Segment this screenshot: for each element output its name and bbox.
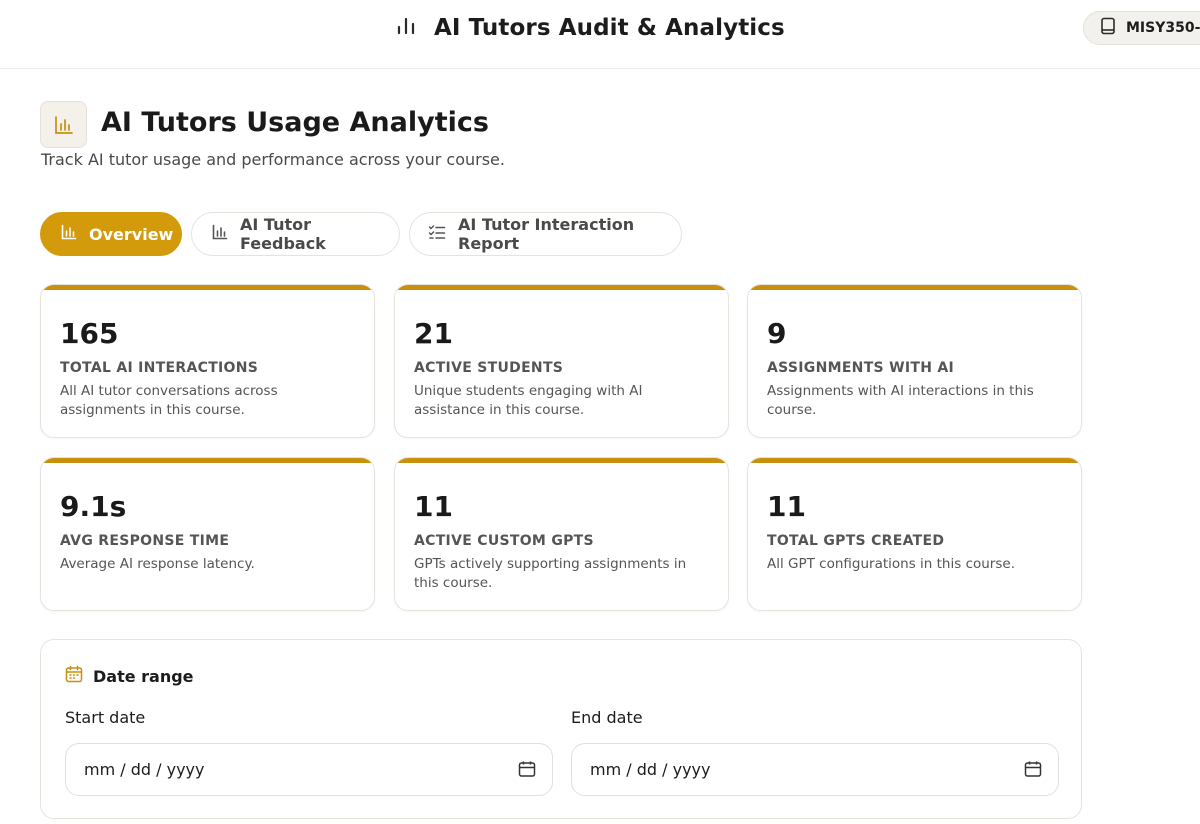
- stat-card-active-students: 21 ACTIVE STUDENTS Unique students engag…: [394, 284, 729, 438]
- tab-label: AI Tutor Feedback: [240, 215, 326, 253]
- tab-label: Overview: [89, 224, 174, 244]
- stat-label: ACTIVE CUSTOM GPTS: [414, 533, 594, 549]
- end-date-input[interactable]: mm / dd / yyyy: [571, 743, 1059, 796]
- start-date-value: mm / dd / yyyy: [84, 760, 205, 779]
- date-range-title: Date range: [93, 666, 194, 686]
- end-date-label: End date: [571, 708, 643, 727]
- stat-description: GPTs actively supporting assignments in …: [414, 556, 687, 591]
- stat-label: TOTAL GPTS CREATED: [767, 533, 945, 549]
- end-date-value: mm / dd / yyyy: [590, 760, 711, 779]
- stat-description: All AI tutor conversations across assign…: [60, 383, 278, 418]
- checklist-icon: [428, 224, 446, 244]
- stat-label: ASSIGNMENTS WITH AI: [767, 360, 955, 376]
- stat-card-active-custom-gpts: 11 ACTIVE CUSTOM GPTS GPTs actively supp…: [394, 457, 729, 611]
- stat-value: 11: [767, 490, 806, 523]
- stat-value: 21: [414, 317, 453, 350]
- start-date-label: Start date: [65, 708, 146, 727]
- start-date-input[interactable]: mm / dd / yyyy: [65, 743, 553, 796]
- stat-description: Average AI response latency.: [60, 556, 255, 572]
- tab-label: AI Tutor Interaction Report: [458, 215, 635, 253]
- stat-description: Assignments with AI interactions in this…: [767, 383, 1034, 418]
- book-icon: [1100, 17, 1116, 39]
- page-subtitle: Track AI tutor usage and performance acr…: [41, 150, 505, 169]
- date-range-panel: Date range Start date End date mm / dd /…: [40, 639, 1082, 819]
- bar-chart-icon: [61, 224, 77, 244]
- stat-label: TOTAL AI INTERACTIONS: [60, 360, 259, 376]
- calendar-icon[interactable]: [518, 760, 536, 782]
- bar-chart-icon: [396, 16, 416, 40]
- stat-card-avg-response-time: 9.1s AVG RESPONSE TIME Average AI respon…: [40, 457, 375, 611]
- stat-description: All GPT configurations in this course.: [767, 556, 1015, 572]
- course-label: MISY350-0: [1126, 20, 1200, 36]
- app-title: AI Tutors Audit & Analytics: [396, 13, 785, 43]
- stat-label: AVG RESPONSE TIME: [60, 533, 230, 549]
- stat-card-total-gpts-created: 11 TOTAL GPTS CREATED All GPT configurat…: [747, 457, 1082, 611]
- tab-overview[interactable]: Overview: [40, 212, 182, 256]
- stat-value: 165: [60, 317, 119, 350]
- calendar-icon[interactable]: [1024, 760, 1042, 782]
- stat-label: ACTIVE STUDENTS: [414, 360, 564, 376]
- bar-chart-icon: [212, 224, 228, 244]
- course-selector[interactable]: MISY350-0: [1083, 11, 1200, 45]
- tab-ai-tutor-feedback[interactable]: AI Tutor Feedback: [191, 212, 400, 256]
- calendar-icon: [65, 665, 83, 687]
- tab-bar: Overview AI Tutor Feedback AI Tutor Inte…: [40, 212, 682, 256]
- analytics-icon: [40, 101, 87, 148]
- date-range-header: Date range: [65, 665, 194, 687]
- app-title-text: AI Tutors Audit & Analytics: [434, 15, 785, 41]
- stat-card-assignments-with-ai: 9 ASSIGNMENTS WITH AI Assignments with A…: [747, 284, 1082, 438]
- top-bar: AI Tutors Audit & Analytics MISY350-0: [0, 0, 1200, 69]
- stat-value: 9: [767, 317, 787, 350]
- tab-ai-tutor-interaction-report[interactable]: AI Tutor Interaction Report: [409, 212, 682, 256]
- stat-description: Unique students engaging with AI assista…: [414, 383, 643, 418]
- stat-card-total-ai-interactions: 165 TOTAL AI INTERACTIONS All AI tutor c…: [40, 284, 375, 438]
- stat-value: 11: [414, 490, 453, 523]
- page-title: AI Tutors Usage Analytics: [101, 107, 489, 138]
- stat-value: 9.1s: [60, 490, 127, 523]
